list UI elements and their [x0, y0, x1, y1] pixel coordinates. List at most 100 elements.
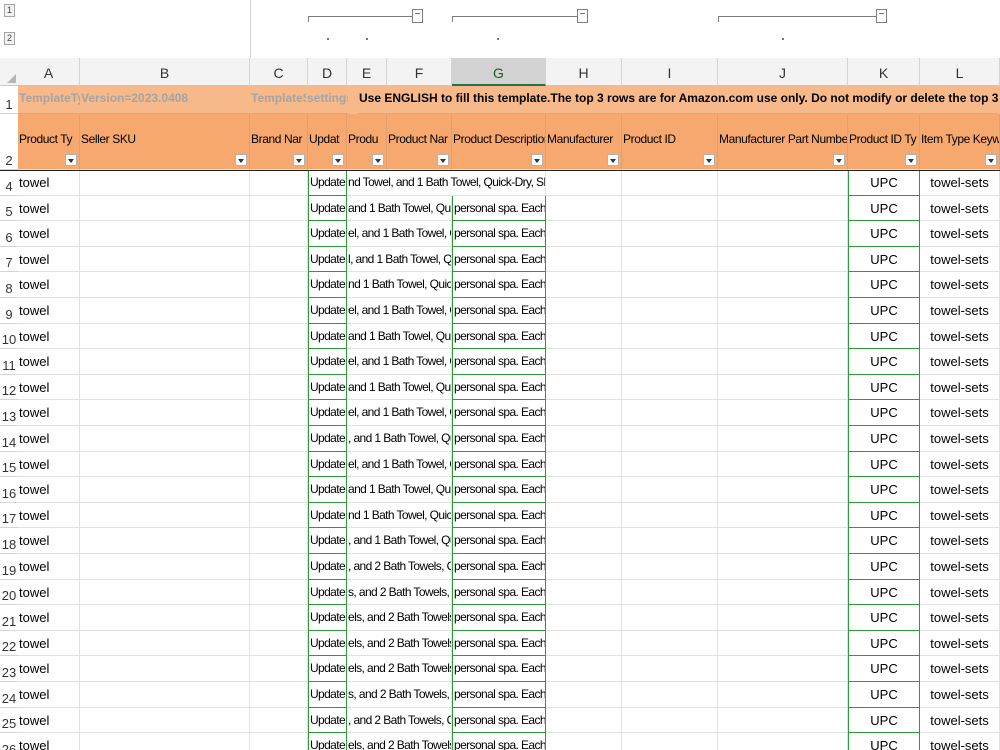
cell-d[interactable]: Update	[308, 221, 347, 247]
cell-g[interactable]: personal spa. Each tow	[452, 630, 546, 657]
cell-e[interactable]: , and 1 Bath Towel, Quick	[347, 426, 452, 452]
cell-k[interactable]: UPC	[848, 221, 920, 247]
cell-i[interactable]	[622, 707, 718, 734]
cell-j[interactable]	[718, 400, 848, 426]
cell-j[interactable]	[718, 349, 848, 375]
template-notice-cell[interactable]: Use ENGLISH to fill this template.The to…	[358, 86, 998, 114]
cell-l[interactable]: towel-sets	[920, 733, 1000, 750]
cell-l[interactable]: towel-sets	[920, 605, 1000, 631]
cell-l[interactable]: towel-sets	[920, 272, 1000, 298]
outline-level-1-button[interactable]: 1	[4, 4, 15, 17]
cell-e[interactable]: nd 1 Bath Towel, Quick-D	[347, 502, 452, 529]
cell-i[interactable]	[622, 349, 718, 375]
field-header-a[interactable]: Product Ty	[18, 114, 80, 170]
cell-k[interactable]: UPC	[848, 630, 920, 657]
cell-e[interactable]: els, and 2 Bath Towels, Q	[347, 733, 452, 750]
cell-i[interactable]	[622, 195, 718, 222]
cell-e[interactable]: s, and 2 Bath Towels, Qui	[347, 579, 452, 606]
cell-h[interactable]	[546, 298, 622, 324]
cell-k[interactable]: UPC	[848, 374, 920, 401]
cell-k[interactable]: UPC	[848, 400, 920, 426]
cell-c[interactable]	[250, 272, 308, 298]
cell-a[interactable]: towel	[18, 170, 80, 196]
cell-c[interactable]	[250, 246, 308, 273]
cell-a[interactable]: towel	[18, 656, 80, 682]
cell-c[interactable]	[250, 733, 308, 750]
filter-dropdown-icon[interactable]	[332, 154, 344, 166]
cell-l[interactable]: towel-sets	[920, 579, 1000, 606]
cell-d[interactable]: Update	[308, 554, 347, 580]
row-header-16[interactable]: 16	[0, 477, 18, 503]
cell-d[interactable]: Update	[308, 170, 347, 196]
cell-a[interactable]: towel	[18, 502, 80, 529]
field-header-h[interactable]: Manufacturer	[546, 114, 622, 170]
cell-c[interactable]	[250, 374, 308, 401]
cell-g[interactable]: personal spa. Each tow	[452, 349, 546, 375]
cell-a[interactable]: towel	[18, 554, 80, 580]
cell-a[interactable]: towel	[18, 323, 80, 350]
cell-c[interactable]	[250, 323, 308, 350]
row-header-25[interactable]: 25	[0, 708, 18, 734]
field-header-g[interactable]: Product Descriptior	[452, 114, 546, 170]
cell-e[interactable]: s, and 2 Bath Towels, Qui	[347, 682, 452, 708]
row-header-7[interactable]: 7	[0, 247, 18, 273]
cell-l[interactable]: towel-sets	[920, 374, 1000, 401]
cell-k[interactable]: UPC	[848, 733, 920, 750]
cell-d[interactable]: Update	[308, 477, 347, 503]
row-header-19[interactable]: 19	[0, 554, 18, 580]
cell-d[interactable]: Update	[308, 323, 347, 350]
field-header-b[interactable]: Seller SKU	[80, 114, 250, 170]
cell-c[interactable]	[250, 707, 308, 734]
cell-l[interactable]: towel-sets	[920, 502, 1000, 529]
field-header-k[interactable]: Product ID Ty	[848, 114, 920, 170]
template-type-cell[interactable]: TemplateTyp	[18, 86, 80, 114]
cell-e[interactable]: el, and 1 Bath Towel, Qui	[347, 298, 452, 324]
cell-b[interactable]	[80, 451, 250, 478]
cell-k[interactable]: UPC	[848, 349, 920, 375]
cell-b[interactable]	[80, 579, 250, 606]
cell-k[interactable]: UPC	[848, 579, 920, 606]
cell-k[interactable]: UPC	[848, 426, 920, 452]
cell-a[interactable]: towel	[18, 451, 80, 478]
cell-j[interactable]	[718, 195, 848, 222]
field-header-i[interactable]: Product ID	[622, 114, 718, 170]
group-collapse-button-3[interactable]: −	[876, 9, 887, 23]
column-header-b[interactable]: B	[80, 58, 250, 86]
cell-a[interactable]: towel	[18, 298, 80, 324]
cell-l[interactable]: towel-sets	[920, 554, 1000, 580]
cell-a[interactable]: towel	[18, 733, 80, 750]
cell-l[interactable]: towel-sets	[920, 221, 1000, 247]
cell-d[interactable]: Update	[308, 195, 347, 222]
cell-a[interactable]: towel	[18, 630, 80, 657]
cell-i[interactable]	[622, 374, 718, 401]
cell-g[interactable]: personal spa. Each tow	[452, 682, 546, 708]
cell-h[interactable]	[546, 323, 622, 350]
cell-g[interactable]: personal spa. Each tow	[452, 502, 546, 529]
cell-a[interactable]: towel	[18, 707, 80, 734]
cell-h[interactable]	[546, 605, 622, 631]
field-header-d[interactable]: Updat	[308, 114, 347, 170]
field-header-c[interactable]: Brand Nar	[250, 114, 308, 170]
cell-g[interactable]: personal spa. Each tow	[452, 246, 546, 273]
cell-j[interactable]	[718, 528, 848, 554]
cell-c[interactable]	[250, 349, 308, 375]
row-header-10[interactable]: 10	[0, 324, 18, 350]
column-header-a[interactable]: A	[18, 58, 80, 86]
cell-k[interactable]: UPC	[848, 451, 920, 478]
filter-dropdown-icon[interactable]	[607, 154, 619, 166]
column-header-e[interactable]: E	[347, 58, 387, 86]
cell-i[interactable]	[622, 579, 718, 606]
cell-e[interactable]: l, and 1 Bath Towel, Quic	[347, 246, 452, 273]
cell-e[interactable]: and 1 Bath Towel, Quick-	[347, 477, 452, 503]
cell-e[interactable]: and 1 Bath Towel, Quick	[347, 195, 452, 222]
row-header-2[interactable]: 2	[0, 114, 18, 170]
column-header-g[interactable]: G	[452, 58, 546, 86]
row-header-15[interactable]: 15	[0, 452, 18, 478]
row-header-11[interactable]: 11	[0, 349, 18, 375]
cell-d[interactable]: Update	[308, 400, 347, 426]
field-header-e[interactable]: Produ	[347, 114, 387, 170]
cell-k[interactable]: UPC	[848, 682, 920, 708]
cell-e[interactable]: els, and 2 Bath Towels, Q	[347, 630, 452, 657]
cell-c[interactable]	[250, 528, 308, 554]
cell-e[interactable]: , and 2 Bath Towels, Qui	[347, 554, 452, 580]
